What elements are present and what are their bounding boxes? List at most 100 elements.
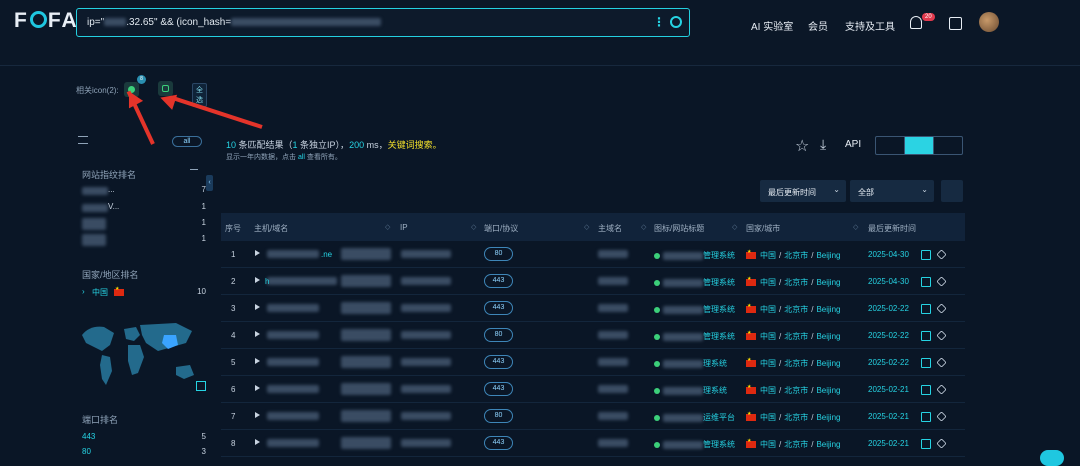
site-rank-filter-icon[interactable] xyxy=(190,169,198,175)
filter-icon[interactable] xyxy=(78,136,88,144)
site-title[interactable]: 运维平台 xyxy=(654,412,735,423)
site-title[interactable]: 管理系统 xyxy=(654,439,735,450)
country-rank-item[interactable]: › 中国 10 xyxy=(76,286,206,299)
sort-icon[interactable]: ◇ xyxy=(853,223,858,231)
snapshot-icon[interactable] xyxy=(921,277,931,287)
fofa-logo[interactable]: F FA xyxy=(14,9,79,33)
all-button[interactable]: all xyxy=(172,136,202,147)
search-query[interactable]: ip=" .32.65" && (icon_hash= xyxy=(87,17,382,28)
collapse-sidebar-button[interactable]: ‹ xyxy=(206,175,213,191)
site-title[interactable]: 管理系统 xyxy=(654,277,735,288)
sort-icon[interactable]: ◇ xyxy=(641,223,646,231)
location[interactable]: 中国/北京市/Beijing xyxy=(746,303,840,315)
grid-view-icon[interactable] xyxy=(876,137,905,154)
star-icon[interactable]: ☆ xyxy=(795,136,809,156)
cube-icon[interactable] xyxy=(936,384,947,395)
snapshot-icon[interactable] xyxy=(921,412,931,422)
table-row[interactable]: 2 h 443 管理系统 中国/北京市/Beijing 2025-04-30 xyxy=(221,268,965,295)
expand-row-icon[interactable] xyxy=(255,358,260,364)
site-title[interactable]: 管理系统 xyxy=(654,250,735,261)
site-rank-item[interactable]: V... 1 xyxy=(76,202,206,214)
expand-row-icon[interactable] xyxy=(255,250,260,256)
search-icon[interactable] xyxy=(670,16,682,28)
search-input[interactable]: ip=" .32.65" && (icon_hash= ⋮ xyxy=(76,8,690,37)
port-tag[interactable]: 80 xyxy=(484,328,513,342)
cube-icon[interactable] xyxy=(936,249,947,260)
port-tag[interactable]: 443 xyxy=(484,355,513,369)
location[interactable]: 中国/北京市/Beijing xyxy=(746,411,840,423)
expand-map-icon[interactable] xyxy=(196,381,206,391)
sort-icon[interactable]: ◇ xyxy=(471,223,476,231)
chart-view-icon[interactable] xyxy=(934,137,962,154)
port-tag[interactable]: 443 xyxy=(484,436,513,450)
avatar[interactable] xyxy=(979,12,999,32)
site-title[interactable]: 管理系统 xyxy=(654,304,735,315)
location[interactable]: 中国/北京市/Beijing xyxy=(746,330,840,342)
port-tag[interactable]: 443 xyxy=(484,274,513,288)
bell-icon[interactable] xyxy=(910,16,922,29)
host-value[interactable]: h xyxy=(265,277,269,286)
snapshot-icon[interactable] xyxy=(921,304,931,314)
column-settings-icon[interactable] xyxy=(941,180,963,202)
expand-row-icon[interactable] xyxy=(255,412,260,418)
site-title[interactable]: 管理系统 xyxy=(654,331,735,342)
chat-support-icon[interactable] xyxy=(1040,450,1064,466)
table-row[interactable]: 5 443 理系统 中国/北京市/Beijing 2025-02-22 xyxy=(221,349,965,376)
expand-row-icon[interactable] xyxy=(255,277,260,283)
nav-ai-lab[interactable]: AI 实验室 xyxy=(751,18,793,33)
table-row[interactable]: 4 80 管理系统 中国/北京市/Beijing 2025-02-22 xyxy=(221,322,965,349)
world-map[interactable] xyxy=(80,313,200,393)
keyword-search-link[interactable]: 关键词搜索。 xyxy=(388,140,442,150)
sort-select[interactable]: 最后更新时间 ⌄ xyxy=(760,180,846,202)
site-rank-item[interactable]: 1 xyxy=(76,234,206,246)
site-rank-item[interactable]: 1 xyxy=(76,218,206,230)
nav-member[interactable]: 会员 xyxy=(808,18,828,33)
port-tag[interactable]: 443 xyxy=(484,301,513,315)
nav-support-tools[interactable]: 支持及工具 xyxy=(845,18,895,33)
table-row[interactable]: 7 80 运维平台 中国/北京市/Beijing 2025-02-21 xyxy=(221,403,965,430)
table-row[interactable]: 3 443 管理系统 中国/北京市/Beijing 2025-02-22 xyxy=(221,295,965,322)
snapshot-icon[interactable] xyxy=(921,385,931,395)
scope-select[interactable]: 全部 ⌄ xyxy=(850,180,934,202)
cube-icon[interactable] xyxy=(936,438,947,449)
search-options-icon[interactable]: ⋮ xyxy=(653,15,665,29)
api-button[interactable]: API xyxy=(845,139,861,150)
sort-icon[interactable]: ◇ xyxy=(584,223,589,231)
table-row[interactable]: 8 443 管理系统 中国/北京市/Beijing 2025-02-21 xyxy=(221,430,965,457)
table-row[interactable]: 1 .ne 80 管理系统 中国/北京市/Beijing 2025-04-30 xyxy=(221,241,965,268)
translate-icon[interactable] xyxy=(949,17,962,30)
location[interactable]: 中国/北京市/Beijing xyxy=(746,357,840,369)
site-title[interactable]: 理系统 xyxy=(654,385,727,396)
table-row[interactable]: 6 443 理系统 中国/北京市/Beijing 2025-02-21 xyxy=(221,376,965,403)
expand-row-icon[interactable] xyxy=(255,304,260,310)
sort-icon[interactable]: ◇ xyxy=(732,223,737,231)
show-all-link[interactable]: all xyxy=(298,154,305,161)
port-rank-item[interactable]: 80 3 xyxy=(76,447,206,459)
snapshot-icon[interactable] xyxy=(921,358,931,368)
expand-row-icon[interactable] xyxy=(255,331,260,337)
snapshot-icon[interactable] xyxy=(921,250,931,260)
download-icon[interactable]: ⤓ xyxy=(820,136,826,153)
snapshot-icon[interactable] xyxy=(921,439,931,449)
snapshot-icon[interactable] xyxy=(921,331,931,341)
cube-icon[interactable] xyxy=(936,411,947,422)
site-rank-item[interactable]: ... 7 xyxy=(76,185,206,197)
location[interactable]: 中国/北京市/Beijing xyxy=(746,438,840,450)
expand-row-icon[interactable] xyxy=(255,385,260,391)
location[interactable]: 中国/北京市/Beijing xyxy=(746,384,840,396)
location[interactable]: 中国/北京市/Beijing xyxy=(746,249,840,261)
cube-icon[interactable] xyxy=(936,357,947,368)
cube-icon[interactable] xyxy=(936,276,947,287)
port-tag[interactable]: 80 xyxy=(484,409,513,423)
location[interactable]: 中国/北京市/Beijing xyxy=(746,276,840,288)
port-tag[interactable]: 80 xyxy=(484,247,513,261)
list-view-icon[interactable] xyxy=(905,137,934,154)
cube-icon[interactable] xyxy=(936,303,947,314)
sort-icon[interactable]: ◇ xyxy=(385,223,390,231)
host-value[interactable]: .ne xyxy=(321,250,332,259)
port-rank-item[interactable]: 443 5 xyxy=(76,432,206,444)
cube-icon[interactable] xyxy=(936,330,947,341)
port-tag[interactable]: 443 xyxy=(484,382,513,396)
site-title[interactable]: 理系统 xyxy=(654,358,727,369)
expand-row-icon[interactable] xyxy=(255,439,260,445)
